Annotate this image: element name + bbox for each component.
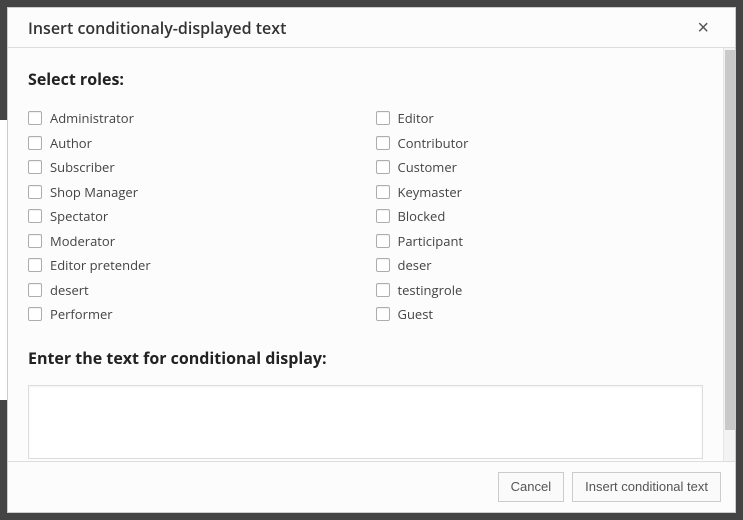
background-page <box>0 120 7 400</box>
role-label[interactable]: Spectator <box>50 207 108 225</box>
modal-title: Insert conditionaly-displayed text <box>28 17 286 39</box>
role-label[interactable]: deser <box>398 256 432 274</box>
modal-dialog: Insert conditionaly-displayed text × Sel… <box>7 7 736 513</box>
checkbox-participant[interactable] <box>376 234 390 248</box>
checkbox-testingrole[interactable] <box>376 283 390 297</box>
role-row-editor-pretender[interactable]: Editor pretender <box>28 253 356 278</box>
modal-footer: Cancel Insert conditional text <box>8 461 735 512</box>
close-icon: × <box>697 17 709 39</box>
roles-column-left: Administrator Author Subscriber Shop Man… <box>28 106 356 327</box>
role-label[interactable]: Administrator <box>50 109 134 127</box>
scrollbar-track[interactable] <box>723 48 735 461</box>
role-row-administrator[interactable]: Administrator <box>28 106 356 131</box>
role-row-subscriber[interactable]: Subscriber <box>28 155 356 180</box>
role-label[interactable]: testingrole <box>398 281 463 299</box>
checkbox-guest[interactable] <box>376 307 390 321</box>
role-row-customer[interactable]: Customer <box>376 155 704 180</box>
role-row-spectator[interactable]: Spectator <box>28 204 356 229</box>
role-row-keymaster[interactable]: Keymaster <box>376 180 704 205</box>
scrollbar-thumb[interactable] <box>725 50 735 430</box>
checkbox-desert[interactable] <box>28 283 42 297</box>
checkbox-author[interactable] <box>28 136 42 150</box>
role-label[interactable]: Blocked <box>398 207 446 225</box>
role-label[interactable]: Contributor <box>398 134 469 152</box>
textarea-wrap <box>28 385 703 461</box>
roles-grid: Administrator Author Subscriber Shop Man… <box>28 106 703 327</box>
role-label[interactable]: Keymaster <box>398 183 462 201</box>
role-label[interactable]: Editor <box>398 109 434 127</box>
checkbox-shop-manager[interactable] <box>28 185 42 199</box>
role-row-contributor[interactable]: Contributor <box>376 131 704 156</box>
role-label[interactable]: Guest <box>398 305 434 323</box>
role-row-blocked[interactable]: Blocked <box>376 204 704 229</box>
close-button[interactable]: × <box>691 14 715 42</box>
checkbox-administrator[interactable] <box>28 111 42 125</box>
role-label[interactable]: Participant <box>398 232 464 250</box>
role-row-testingrole[interactable]: testingrole <box>376 278 704 303</box>
role-label[interactable]: Editor pretender <box>50 256 151 274</box>
role-label[interactable]: Shop Manager <box>50 183 138 201</box>
checkbox-subscriber[interactable] <box>28 160 42 174</box>
role-label[interactable]: Performer <box>50 305 113 323</box>
checkbox-deser[interactable] <box>376 258 390 272</box>
roles-column-right: Editor Contributor Customer Keymaster <box>376 106 704 327</box>
insert-button[interactable]: Insert conditional text <box>572 472 721 502</box>
role-label[interactable]: desert <box>50 281 89 299</box>
checkbox-performer[interactable] <box>28 307 42 321</box>
role-row-editor[interactable]: Editor <box>376 106 704 131</box>
modal-body-wrap: Select roles: Administrator Author Subsc… <box>8 48 735 461</box>
role-row-author[interactable]: Author <box>28 131 356 156</box>
conditional-text-input[interactable] <box>28 385 703 459</box>
role-label[interactable]: Subscriber <box>50 158 115 176</box>
enter-text-heading: Enter the text for conditional display: <box>28 347 703 369</box>
role-label[interactable]: Author <box>50 134 92 152</box>
role-row-desert[interactable]: desert <box>28 278 356 303</box>
role-row-deser[interactable]: deser <box>376 253 704 278</box>
role-label[interactable]: Moderator <box>50 232 115 250</box>
role-row-participant[interactable]: Participant <box>376 229 704 254</box>
checkbox-blocked[interactable] <box>376 209 390 223</box>
checkbox-moderator[interactable] <box>28 234 42 248</box>
cancel-button[interactable]: Cancel <box>498 472 564 502</box>
role-row-shop-manager[interactable]: Shop Manager <box>28 180 356 205</box>
select-roles-heading: Select roles: <box>28 68 703 90</box>
modal-header: Insert conditionaly-displayed text × <box>8 8 735 48</box>
role-row-moderator[interactable]: Moderator <box>28 229 356 254</box>
role-label[interactable]: Customer <box>398 158 457 176</box>
role-row-performer[interactable]: Performer <box>28 302 356 327</box>
checkbox-editor[interactable] <box>376 111 390 125</box>
checkbox-contributor[interactable] <box>376 136 390 150</box>
checkbox-customer[interactable] <box>376 160 390 174</box>
modal-body: Select roles: Administrator Author Subsc… <box>8 48 723 461</box>
checkbox-keymaster[interactable] <box>376 185 390 199</box>
role-row-guest[interactable]: Guest <box>376 302 704 327</box>
checkbox-spectator[interactable] <box>28 209 42 223</box>
checkbox-editor-pretender[interactable] <box>28 258 42 272</box>
